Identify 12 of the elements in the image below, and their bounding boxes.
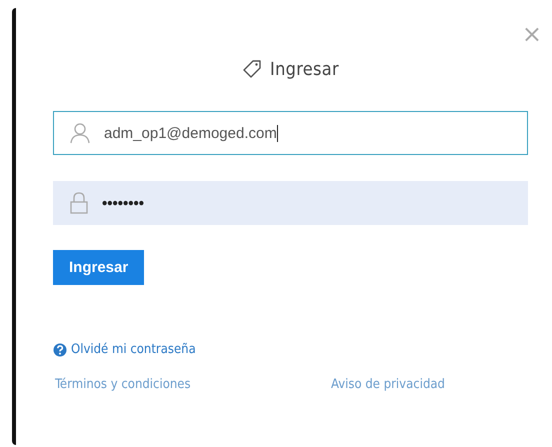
dialog-title: Ingresar — [270, 58, 339, 80]
lock-icon — [70, 192, 88, 214]
user-icon — [70, 122, 90, 144]
footer-link[interactable]: Términos y condiciones — [55, 377, 331, 392]
close-button[interactable]: × — [522, 25, 542, 43]
forgot-password-link[interactable]: Olvidé mi contraseña — [53, 342, 196, 357]
tag-icon — [242, 59, 262, 79]
email-field[interactable]: adm_op1@demoged.com — [53, 111, 528, 155]
password-field[interactable]: •••••••• — [53, 181, 528, 225]
help-icon — [53, 342, 67, 356]
submit-button[interactable]: Ingresar — [53, 250, 144, 285]
footer-link[interactable]: Aviso de privacidad — [331, 377, 445, 392]
